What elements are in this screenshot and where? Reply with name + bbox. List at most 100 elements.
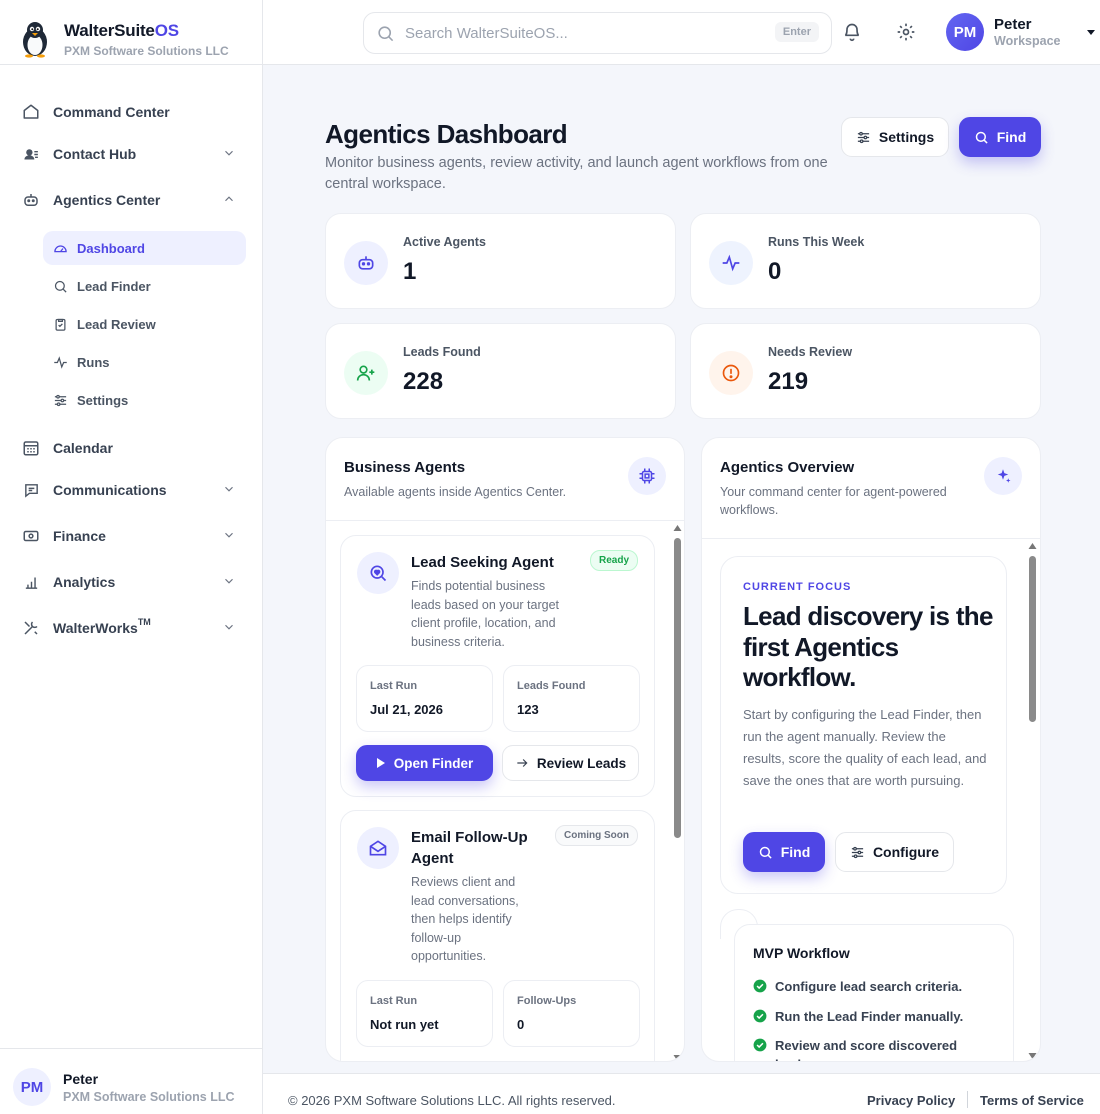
configure-label: Configure bbox=[872, 844, 940, 860]
check-circle-icon bbox=[753, 977, 767, 993]
sidebar-user[interactable]: PM Peter PXM Software Solutions LLC bbox=[0, 1048, 263, 1114]
penguin-logo-icon bbox=[18, 20, 52, 58]
agent-name: Email Follow-Up Agent bbox=[411, 829, 528, 867]
overview-find-label: Find bbox=[780, 844, 811, 860]
search-icon bbox=[376, 24, 395, 43]
review-leads-label: Review Leads bbox=[536, 755, 627, 771]
scrollbar-thumb[interactable] bbox=[1029, 556, 1036, 722]
sidebar-subitem-label: Lead Review bbox=[77, 316, 156, 332]
configure-button[interactable]: Configure bbox=[835, 832, 954, 872]
sidebar-item-label: Analytics bbox=[53, 574, 116, 590]
current-focus-card: CURRENT FOCUS Lead discovery is the firs… bbox=[720, 556, 1007, 894]
sidebar-item-label: Agentics Center bbox=[53, 192, 161, 208]
sparkles-icon bbox=[984, 457, 1022, 495]
privacy-policy-link[interactable]: Privacy Policy bbox=[867, 1093, 955, 1108]
terms-of-service-link[interactable]: Terms of Service bbox=[980, 1093, 1084, 1108]
divider bbox=[967, 1091, 968, 1108]
chevron-down-icon bbox=[222, 482, 236, 496]
panel-title: Agentics Overview bbox=[720, 459, 855, 476]
search-bar[interactable]: Enter bbox=[363, 12, 832, 54]
scrollbar[interactable] bbox=[672, 524, 682, 1061]
stat-value: 1 bbox=[403, 258, 417, 285]
scrollbar-thumb[interactable] bbox=[674, 538, 681, 838]
sidebar-subitem-runs[interactable]: Runs bbox=[43, 345, 246, 379]
robot-icon bbox=[20, 189, 42, 211]
activity-icon bbox=[52, 354, 68, 370]
scroll-up-icon bbox=[1028, 542, 1037, 550]
user-plus-icon bbox=[344, 351, 388, 395]
open-finder-label: Open Finder bbox=[393, 755, 474, 771]
user-company: PXM Software Solutions LLC bbox=[63, 1090, 235, 1104]
avatar: PM bbox=[946, 13, 984, 51]
user-menu[interactable]: PM Peter Workspace bbox=[946, 13, 1096, 51]
check-circle-icon bbox=[753, 1007, 767, 1023]
agent-stat-label: Last Run bbox=[370, 995, 418, 1007]
agent-stat-value: Jul 21, 2026 bbox=[370, 702, 443, 717]
brand-name: WalterSuiteOS bbox=[64, 20, 179, 40]
status-badge: Coming Soon bbox=[555, 825, 638, 846]
settings-button[interactable]: Settings bbox=[841, 117, 949, 157]
sidebar-subitem-settings[interactable]: Settings bbox=[43, 383, 246, 417]
agent-card-lead-seeking: Lead Seeking Agent Ready Finds potential… bbox=[340, 535, 655, 797]
search-shortcut: Enter bbox=[774, 22, 819, 42]
sliders-icon bbox=[52, 392, 68, 408]
sidebar-item-walterworks[interactable]: WalterWorksTM bbox=[20, 610, 242, 646]
panel-subtitle: Available agents inside Agentics Center. bbox=[344, 485, 567, 499]
divider bbox=[0, 64, 263, 65]
sidebar-item-label: Command Center bbox=[53, 104, 170, 120]
find-button[interactable]: Find bbox=[959, 117, 1041, 157]
mvp-workflow-card: MVP Workflow Configure lead search crite… bbox=[734, 924, 1014, 1061]
stat-card-leads-found: Leads Found 228 bbox=[325, 323, 676, 419]
overview-find-button[interactable]: Find bbox=[743, 832, 825, 872]
sidebar-item-communications[interactable]: Communications bbox=[20, 472, 242, 508]
workflow-step: Run the Lead Finder manually. bbox=[753, 1007, 993, 1026]
stat-label: Active Agents bbox=[403, 235, 486, 249]
topbar: Enter PM Peter Workspace bbox=[263, 0, 1100, 65]
calendar-icon bbox=[20, 437, 42, 459]
focus-headline: Lead discovery is the first Agentics wor… bbox=[743, 601, 993, 692]
workflow-title: MVP Workflow bbox=[753, 945, 850, 961]
panel-subtitle: Your command center for agent-powered wo… bbox=[720, 485, 947, 517]
chevron-up-icon bbox=[222, 192, 236, 206]
sidebar-item-analytics[interactable]: Analytics bbox=[20, 564, 242, 600]
page-title: Agentics Dashboard bbox=[325, 119, 568, 149]
sidebar-item-label: Calendar bbox=[53, 440, 113, 456]
avatar: PM bbox=[13, 1068, 51, 1106]
sidebar-item-calendar[interactable]: Calendar bbox=[20, 430, 242, 466]
user-name: Peter bbox=[63, 1071, 99, 1087]
sidebar-item-finance[interactable]: Finance bbox=[20, 518, 242, 554]
scroll-up-icon bbox=[673, 524, 682, 532]
status-badge: Ready bbox=[589, 550, 638, 571]
review-leads-button[interactable]: Review Leads bbox=[502, 745, 639, 781]
sidebar-subitem-dashboard[interactable]: Dashboard bbox=[43, 231, 246, 265]
gear-icon[interactable] bbox=[893, 19, 919, 45]
user-workspace: Workspace bbox=[994, 34, 1061, 48]
agent-card-email-follow-up: Email Follow-Up Agent Coming Soon Review… bbox=[340, 810, 655, 1061]
divider bbox=[702, 538, 1040, 539]
sidebar-item-agentics-center[interactable]: Agentics Center bbox=[20, 182, 242, 218]
sidebar-item-contact-hub[interactable]: Contact Hub bbox=[20, 136, 242, 172]
business-agents-panel: Business Agents Available agents inside … bbox=[325, 437, 685, 1062]
scroll-down-icon bbox=[1028, 1052, 1037, 1060]
bell-icon[interactable] bbox=[839, 19, 865, 45]
search-icon bbox=[974, 130, 989, 145]
search-icon bbox=[758, 845, 773, 860]
workflow-step-label: Run the Lead Finder manually. bbox=[775, 1009, 964, 1024]
sliders-icon bbox=[856, 130, 871, 145]
chevron-down-icon bbox=[222, 146, 236, 160]
scrollbar[interactable] bbox=[1027, 542, 1037, 1061]
stat-label: Runs This Week bbox=[768, 235, 865, 249]
mail-icon bbox=[357, 827, 399, 869]
brand[interactable]: WalterSuiteOS PXM Software Solutions LLC bbox=[18, 20, 229, 58]
sidebar-item-command-center[interactable]: Command Center bbox=[20, 94, 242, 130]
agent-stat-last-run: Last Run Jul 21, 2026 bbox=[356, 665, 493, 732]
search-input[interactable] bbox=[405, 24, 745, 42]
agent-description: Reviews client and lead conversations, t… bbox=[411, 875, 519, 963]
sidebar-subitem-lead-finder[interactable]: Lead Finder bbox=[43, 269, 246, 303]
search-icon bbox=[52, 278, 68, 294]
sidebar-subitem-lead-review[interactable]: Lead Review bbox=[43, 307, 246, 341]
footer: © 2026 PXM Software Solutions LLC. All r… bbox=[263, 1073, 1100, 1114]
open-finder-button[interactable]: Open Finder bbox=[356, 745, 493, 781]
agent-stat-label: Follow-Ups bbox=[517, 995, 577, 1007]
settings-button-label: Settings bbox=[878, 129, 935, 145]
